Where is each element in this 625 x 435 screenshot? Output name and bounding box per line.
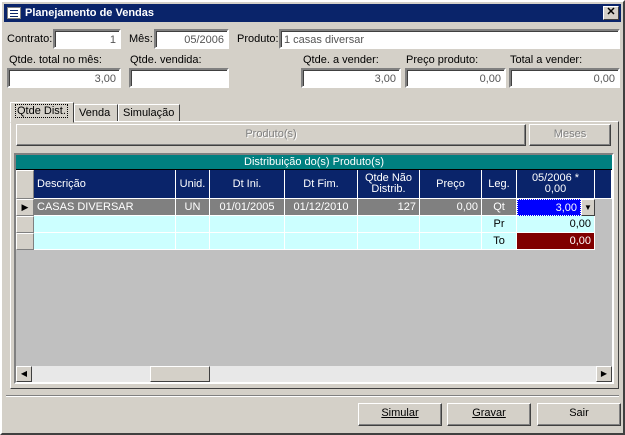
row-indicator <box>16 216 34 233</box>
sair-button[interactable]: Sair <box>537 403 621 426</box>
cell-month[interactable]: 0,00 <box>517 216 595 233</box>
produto-field[interactable]: 1 casas diversar <box>279 29 620 49</box>
col-filler <box>595 170 612 199</box>
col-dt-fim[interactable]: Dt Fim. <box>285 170 358 199</box>
cell-dt-fim[interactable] <box>285 216 358 233</box>
cell-descricao[interactable]: CASAS DIVERSAR <box>34 199 176 216</box>
cell-leg[interactable]: Qt <box>482 199 517 216</box>
cell-dt-ini[interactable]: 01/01/2005 <box>210 199 285 216</box>
divider <box>6 395 619 397</box>
cell-dt-ini[interactable] <box>210 216 285 233</box>
col-month[interactable]: 05/2006 * 0,00 <box>517 170 595 199</box>
cell-unid[interactable]: UN <box>176 199 210 216</box>
gravar-button[interactable]: Gravar <box>447 403 531 426</box>
cell-descricao[interactable] <box>34 216 176 233</box>
col-leg[interactable]: Leg. <box>482 170 517 199</box>
cell-unid[interactable] <box>176 216 210 233</box>
qtde-total-label: Qtde. total no mês: <box>9 54 102 66</box>
produto-label: Produto: <box>237 33 279 45</box>
qtde-total-field[interactable]: 3,00 <box>7 68 121 88</box>
scroll-thumb[interactable] <box>150 366 210 382</box>
contrato-field[interactable]: 1 <box>53 29 121 49</box>
cell-unid[interactable] <box>176 233 210 250</box>
preco-produto-field[interactable]: 0,00 <box>405 68 506 88</box>
total-vender-field[interactable]: 0,00 <box>509 68 620 88</box>
cell-dt-fim[interactable]: 01/12/2010 <box>285 199 358 216</box>
cell-leg[interactable]: Pr <box>482 216 517 233</box>
cell-month-edit[interactable]: 3,00 <box>517 199 581 216</box>
tab-simulacao[interactable]: Simulação <box>118 104 180 122</box>
distribution-grid: Distribuição do(s) Produto(s) Descrição … <box>14 153 614 384</box>
grid-corner <box>16 170 34 199</box>
simular-button[interactable]: Simular <box>358 403 442 426</box>
cell-dt-fim[interactable] <box>285 233 358 250</box>
dropdown-arrow-icon[interactable]: ▼ <box>581 199 595 216</box>
col-descricao[interactable]: Descrição <box>34 170 176 199</box>
cell-qtde[interactable] <box>358 216 420 233</box>
qtde-vendida-field[interactable] <box>129 68 229 88</box>
cell-qtde[interactable] <box>358 233 420 250</box>
tab-qtde-dist[interactable]: Qtde Dist. <box>10 102 74 123</box>
cell-preco[interactable] <box>420 233 482 250</box>
cell-leg[interactable]: To <box>482 233 517 250</box>
qtde-vendida-label: Qtde. vendida: <box>130 54 202 66</box>
col-qtde-nao-distrib[interactable]: Qtde Não Distrib. <box>358 170 420 199</box>
qtde-vender-field[interactable]: 3,00 <box>301 68 401 88</box>
cell-dt-ini[interactable] <box>210 233 285 250</box>
scroll-right-icon[interactable]: ▶ <box>596 366 612 382</box>
cell-preco[interactable] <box>420 216 482 233</box>
row-indicator <box>16 233 34 250</box>
row-filler <box>595 199 612 216</box>
window-title: Planejamento de Vendas <box>25 7 154 19</box>
col-dt-ini[interactable]: Dt Ini. <box>210 170 285 199</box>
main-window: Planejamento de Vendas ✕ Contrato: 1 Mês… <box>0 0 625 435</box>
qtde-vender-label: Qtde. a vender: <box>303 54 379 66</box>
mes-label: Mês: <box>129 33 153 45</box>
title-bar: Planejamento de Vendas ✕ <box>4 4 621 22</box>
row-indicator-icon: ▶ <box>16 199 34 216</box>
close-button[interactable]: ✕ <box>603 6 619 20</box>
scroll-left-icon[interactable]: ◀ <box>16 366 32 382</box>
cell-qtde[interactable]: 127 <box>358 199 420 216</box>
total-vender-label: Total a vender: <box>510 54 583 66</box>
meses-button[interactable]: Meses <box>529 124 611 146</box>
produtos-button[interactable]: Produto(s) <box>16 124 526 146</box>
col-unid[interactable]: Unid. <box>176 170 210 199</box>
cell-month[interactable]: 0,00 <box>517 233 595 250</box>
contrato-label: Contrato: <box>7 33 53 45</box>
horizontal-scrollbar[interactable]: ◀ ▶ <box>16 366 612 382</box>
col-preco[interactable]: Preço <box>420 170 482 199</box>
tab-venda[interactable]: Venda <box>74 104 118 122</box>
app-icon <box>7 7 21 19</box>
preco-produto-label: Preço produto: <box>406 54 479 66</box>
grid-caption: Distribuição do(s) Produto(s) <box>16 155 612 170</box>
cell-descricao[interactable] <box>34 233 176 250</box>
cell-preco[interactable]: 0,00 <box>420 199 482 216</box>
mes-field[interactable]: 05/2006 <box>154 29 229 49</box>
